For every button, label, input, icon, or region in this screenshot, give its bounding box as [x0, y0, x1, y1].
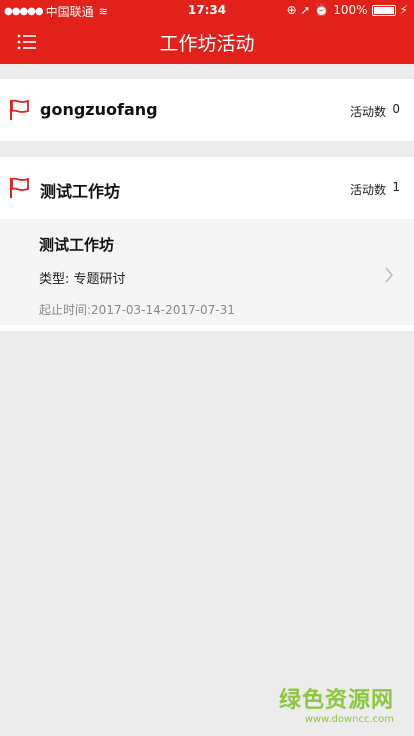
status-icons: ⊕ ➚ ⏰: [286, 3, 330, 17]
battery-icon: [371, 4, 396, 16]
nav-bar: 工作坊活动: [0, 20, 414, 64]
activity-count-label: 活动数: [349, 183, 386, 197]
workshop-name: 测试工作坊: [40, 182, 121, 201]
workshop-name: gongzuofang: [40, 100, 158, 119]
watermark: 绿色资源网 www.downcc.com: [279, 682, 394, 725]
status-bar: ●●●●● 中国联通 ≋ 17:34 ⊕ ➚ ⏰ 100% ⚡: [0, 0, 414, 20]
activity-title: 测试工作坊: [39, 236, 115, 254]
page-title: 工作坊活动: [159, 33, 255, 55]
activity-type: 类型: 专题研讨: [39, 272, 126, 287]
flag-icon: [10, 177, 29, 198]
activity-date-range: 起止时间:2017-03-14-2017-07-31: [39, 303, 235, 317]
workshop-header[interactable]: gongzuofang 活动数 0: [0, 79, 414, 141]
status-right: ⊕ ➚ ⏰ 100% ⚡: [287, 3, 408, 17]
activity-count: 1: [392, 180, 400, 194]
charging-icon: ⚡: [399, 3, 408, 17]
activity-count-label: 活动数: [349, 105, 386, 119]
workshop-group-test[interactable]: 测试工作坊 活动数 1 测试工作坊 类型: 专题研讨 起止时间:2017-03-…: [0, 157, 414, 331]
chevron-right-icon: [385, 267, 394, 283]
battery-percent: 100%: [333, 3, 368, 17]
activity-item[interactable]: 测试工作坊 类型: 专题研讨 起止时间:2017-03-14-2017-07-3…: [0, 219, 414, 325]
workshop-header[interactable]: 测试工作坊 活动数 1: [0, 157, 414, 219]
flag-icon: [10, 99, 29, 120]
workshop-group-gongzuofang[interactable]: gongzuofang 活动数 0: [0, 79, 414, 141]
watermark-url: www.downcc.com: [304, 714, 394, 725]
activity-count: 0: [392, 102, 400, 116]
watermark-title: 绿色资源网: [278, 688, 394, 713]
list-menu-icon[interactable]: [16, 31, 38, 53]
